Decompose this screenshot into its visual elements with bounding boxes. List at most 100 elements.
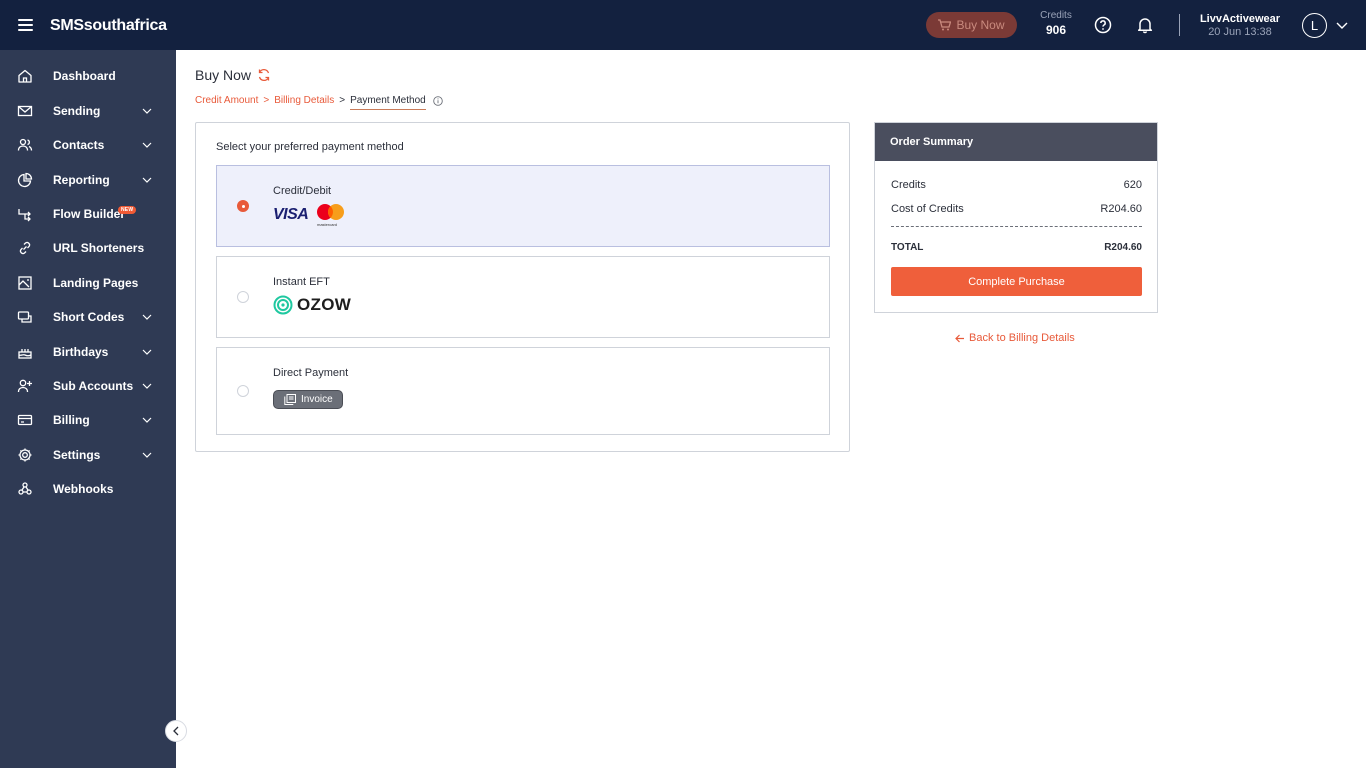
chevron-down-icon [142,452,152,458]
chevron-down-icon [142,314,152,320]
breadcrumb-separator: > [263,95,270,106]
home-icon [18,69,32,83]
credits-counter: Credits 906 [1036,10,1076,37]
payment-option-instant-eft[interactable]: Instant EFT OZOW [216,256,830,338]
chevron-left-icon [173,726,179,736]
summary-row-total: TOTAL R204.60 [891,242,1142,253]
pie-chart-icon [17,172,33,188]
sidebar-item-settings[interactable]: Settings [0,440,176,470]
ozow-mark-icon [273,295,293,315]
sidebar-item-label: Sending [53,104,101,118]
webhook-icon [18,482,32,495]
short-codes-icon [17,311,32,323]
payment-option-credit-debit[interactable]: Credit/Debit VISA mastercard [216,165,830,247]
avatar[interactable]: L [1302,13,1327,38]
cart-icon [938,19,952,31]
sidebar-item-short-codes[interactable]: Short Codes [0,302,176,332]
ozow-text: OZOW [297,295,352,314]
sidebar-item-label: Landing Pages [53,276,139,290]
new-badge: NEW [118,206,137,214]
sidebar-item-reporting[interactable]: Reporting [0,165,176,195]
sidebar-item-sub-accounts[interactable]: Sub Accounts [0,371,176,401]
sidebar-item-url-shorteners[interactable]: URL Shorteners [0,233,176,263]
payment-method-card: Select your preferred payment method Cre… [195,122,850,452]
mail-icon [17,105,33,117]
sidebar-item-label: Birthdays [53,345,109,359]
sidebar-item-contacts[interactable]: Contacts [0,130,176,160]
option-label: Credit/Debit [273,185,332,197]
summary-total-label: TOTAL [891,242,924,253]
sidebar-item-webhooks[interactable]: Webhooks [0,474,176,504]
sidebar-item-label: Flow Builder [53,207,125,221]
landing-page-icon [18,276,32,290]
sidebar-item-label: Sub Accounts [53,379,134,393]
option-label: Instant EFT [273,276,330,288]
user-info[interactable]: LivvActivewear 20 Jun 13:38 [1195,13,1285,38]
contacts-icon [17,138,33,151]
flow-icon [18,209,31,222]
breadcrumb-credit-amount[interactable]: Credit Amount [195,95,258,106]
back-link-label: Back to Billing Details [969,332,1075,344]
summary-cost-value: R204.60 [1100,203,1142,215]
option-label: Direct Payment [273,367,349,379]
summary-credits-value: 620 [1123,179,1142,191]
sidebar-item-dashboard[interactable]: Dashboard [0,61,176,91]
sidebar-item-flow-builder[interactable]: Flow Builder NEW [0,199,176,229]
chevron-down-icon [142,177,152,183]
chevron-down-icon [142,383,152,389]
sidebar-item-sending[interactable]: Sending [0,96,176,126]
link-icon [19,241,31,255]
sidebar-collapse-button[interactable] [165,720,187,742]
brand-logo[interactable]: SMSsouthafrica [50,17,167,35]
back-to-billing-details-link[interactable]: Back to Billing Details [955,332,1075,344]
radio-credit-debit[interactable] [237,200,249,212]
sidebar-item-birthdays[interactable]: Birthdays [0,337,176,367]
sidebar-item-landing-pages[interactable]: Landing Pages [0,268,176,298]
sidebar-item-label: Reporting [53,173,110,187]
invoice-label: Invoice [301,394,333,405]
breadcrumb: Credit Amount > Billing Details > Paymen… [195,91,443,110]
invoice-badge: Invoice [273,390,343,409]
chevron-down-icon [142,142,152,148]
radio-instant-eft[interactable] [237,291,249,303]
payment-option-direct-payment[interactable]: Direct Payment Invoice [216,347,830,435]
menu-icon[interactable] [18,19,33,31]
user-name: LivvActivewear [1199,13,1281,25]
header-buy-now-button[interactable]: Buy Now [926,12,1017,38]
breadcrumb-payment-method: Payment Method [350,95,426,110]
breadcrumb-separator: > [339,95,346,106]
info-icon[interactable] [432,95,443,106]
sidebar-item-billing[interactable]: Billing [0,405,176,435]
complete-purchase-button[interactable]: Complete Purchase [891,267,1142,296]
order-summary: Order Summary Credits 620 Cost of Credit… [874,122,1158,313]
sidebar-item-label: Billing [53,413,90,427]
visa-logo: VISA [273,206,309,223]
breadcrumb-billing-details[interactable]: Billing Details [274,95,334,106]
top-bar: SMSsouthafrica Buy Now Credits 906 LivvA… [0,0,1366,50]
order-summary-title: Order Summary [875,123,1157,161]
bell-icon[interactable] [1136,16,1154,34]
payment-heading: Select your preferred payment method [216,141,404,153]
gear-icon [18,448,32,462]
mastercard-caption: mastercard [317,222,338,227]
invoice-icon [284,394,296,405]
page-title-text: Buy Now [195,67,252,83]
summary-total-value: R204.60 [1104,242,1142,253]
radio-direct-payment[interactable] [237,385,249,397]
summary-credits-label: Credits [891,179,926,191]
page-title: Buy Now [195,67,271,83]
credits-value: 906 [1045,23,1067,37]
chevron-down-icon [142,108,152,114]
header-divider [1179,14,1180,36]
card-icon [17,414,33,426]
refresh-icon[interactable] [257,68,271,82]
sidebar-item-label: Webhooks [53,482,114,496]
summary-cost-label: Cost of Credits [891,203,964,215]
help-icon[interactable] [1094,16,1112,34]
summary-row-credits: Credits 620 [891,179,1142,191]
chevron-down-icon [142,349,152,355]
chevron-down-icon [142,417,152,423]
sidebar-item-label: Settings [53,448,101,462]
chevron-down-icon[interactable] [1336,20,1348,30]
summary-row-cost: Cost of Credits R204.60 [891,203,1142,215]
